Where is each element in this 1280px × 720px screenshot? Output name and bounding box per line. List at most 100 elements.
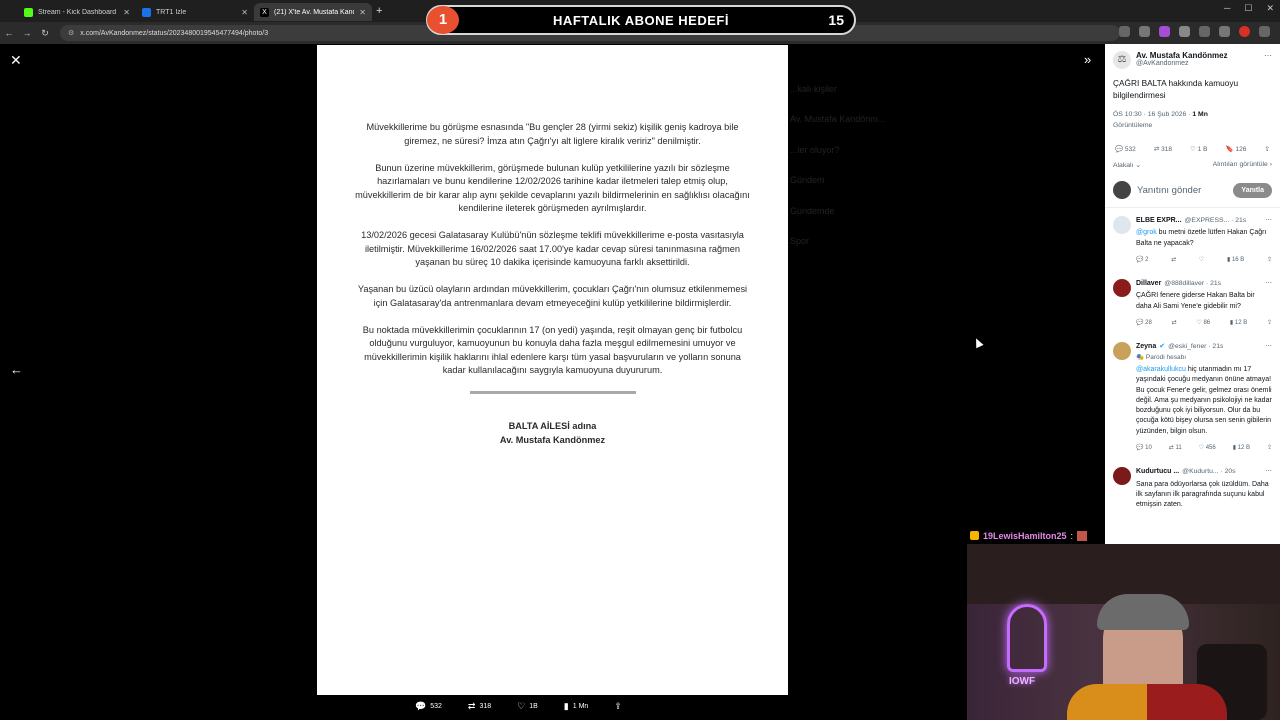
reply-author[interactable]: Dillaver	[1136, 279, 1161, 289]
reply-handle: @Kudurtu... · 20s	[1182, 468, 1236, 476]
new-tab-icon[interactable]: +	[376, 5, 382, 17]
more-icon[interactable]: ⋯	[1265, 467, 1272, 477]
share-icon[interactable]: ⇪	[1265, 145, 1270, 153]
bar-chart-icon: ▮	[563, 701, 569, 711]
tab-label: TRT1 İzle	[156, 8, 187, 16]
reply-item[interactable]: Dillaver @888dillaver · 21s ⋯ ÇAĞRI fenere…	[1105, 271, 1280, 334]
like-button[interactable]: ♡ 1 B	[1190, 145, 1207, 153]
maximize-icon[interactable]: ☐	[1244, 3, 1252, 14]
repost-count: 11	[1175, 445, 1182, 452]
extension-icon[interactable]	[1159, 26, 1170, 37]
reply-button[interactable]: 💬 28	[1136, 318, 1152, 328]
like-button[interactable]: ♡ 456	[1199, 443, 1216, 453]
minimize-icon[interactable]: ─	[1224, 3, 1230, 14]
forward-icon[interactable]: →	[18, 28, 36, 38]
reply-submit-button[interactable]: Yanıtla	[1233, 182, 1272, 198]
views-button[interactable]: ▮ 16 B	[1227, 255, 1244, 265]
share-icon[interactable]: ⇪	[1267, 255, 1272, 265]
reply-author[interactable]: Zeyna	[1136, 342, 1156, 352]
star-icon[interactable]	[1139, 26, 1150, 37]
reply-item[interactable]: Kudurtucu ... @Kudurtu... · 20s ⋯ Sana par…	[1105, 459, 1280, 510]
like-count: 86	[1203, 320, 1211, 327]
close-window-icon[interactable]: ✕	[1266, 3, 1274, 14]
reply-button[interactable]: 💬 2	[1136, 255, 1148, 265]
reply-button[interactable]: 💬 532	[415, 701, 442, 712]
menu-icon[interactable]	[1259, 26, 1270, 37]
bookmark-count: 126	[1235, 146, 1247, 153]
extension-icon[interactable]	[1119, 26, 1130, 37]
puzzle-icon[interactable]	[1179, 26, 1190, 37]
tweet-text: ÇAĞRI BALTA hakkında kamuoyu bilgilendir…	[1113, 78, 1239, 100]
close-tab-icon[interactable]: ✕	[359, 8, 366, 17]
author-block: Av. Mustafa Kandönmez @AvKandonmez	[1136, 51, 1228, 69]
tab-kick-dashboard[interactable]: Stream - Kick Dashboard ✕	[18, 3, 136, 21]
profile-icon[interactable]	[1239, 26, 1250, 37]
bookmark-button[interactable]: 🔖 126	[1226, 145, 1247, 153]
like-button[interactable]: ♡ 1B	[517, 701, 538, 712]
reply-item[interactable]: ELBE EXPR... @EXPRESS... · 21s ⋯ @grok bu …	[1105, 208, 1280, 271]
like-count: 1 B	[1197, 146, 1208, 153]
repost-button[interactable]: ⇄ 318	[468, 701, 491, 712]
avatar[interactable]	[1113, 216, 1131, 234]
previous-photo-icon[interactable]: ←	[10, 362, 23, 377]
reply-handle: @EXPRESS... · 21s	[1184, 217, 1247, 224]
download-icon[interactable]	[1219, 26, 1230, 37]
repost-button[interactable]: ⇄	[1172, 318, 1177, 328]
author-handle[interactable]: @AvKandonmez	[1136, 60, 1228, 67]
back-icon[interactable]: ←	[0, 28, 18, 38]
views-button[interactable]: ▮ 12 B	[1230, 318, 1247, 328]
webcam-feed: IOWF	[967, 544, 1280, 720]
tab-x-post[interactable]: X (21) X'te Av. Mustafa Kandönm... ✕	[254, 3, 372, 21]
expand-panel-icon[interactable]: »	[1084, 52, 1091, 67]
reply-button[interactable]: 💬 532	[1115, 145, 1136, 153]
chat-username: 19LewisHamilton25	[983, 530, 1067, 541]
views-count: 12 B	[1234, 320, 1248, 327]
signature-line: BALTA AİLESİ adına	[508, 421, 597, 431]
more-icon[interactable]: ⋯	[1264, 51, 1272, 69]
tab-label: (21) X'te Av. Mustafa Kandönm...	[274, 8, 354, 16]
reply-input[interactable]: Yanıtını gönder	[1137, 185, 1227, 196]
reply-author[interactable]: Kudurtucu ...	[1136, 467, 1179, 477]
repost-button[interactable]: ⇄ 11	[1169, 443, 1182, 453]
repost-count: 318	[1161, 146, 1172, 153]
share-icon[interactable]: ⇪	[1267, 318, 1272, 328]
tab-trt1[interactable]: TRT1 İzle ✕	[136, 3, 254, 21]
ghost-text: Gündemde	[790, 205, 835, 216]
share-button[interactable]: ⇪	[614, 701, 622, 712]
avatar[interactable]	[1113, 279, 1131, 298]
like-button[interactable]: ♡	[1199, 255, 1204, 265]
repost-button[interactable]: ⇄	[1171, 255, 1176, 265]
more-icon[interactable]: ⋯	[1265, 279, 1272, 289]
ghost-text: ...kalı kişiler	[790, 84, 838, 94]
reply-author[interactable]: ELBE EXPR...	[1136, 216, 1182, 226]
sort-dropdown[interactable]: Alakalı ⌄	[1113, 161, 1141, 169]
mention-link[interactable]: @akarakullukcu	[1136, 366, 1186, 373]
more-icon[interactable]: ⋯	[1265, 216, 1272, 226]
author-name[interactable]: Av. Mustafa Kandönmez	[1136, 51, 1228, 60]
statement-paragraph: Bunun üzerine müvekkillerim, görüşmede b…	[355, 162, 750, 214]
view-quotes-link[interactable]: Alıntıları görüntüle ›	[1213, 161, 1272, 169]
share-icon[interactable]: ⇪	[1267, 443, 1272, 453]
close-icon[interactable]: ✕	[10, 52, 22, 69]
extension-icon[interactable]	[1199, 26, 1210, 37]
views-button[interactable]: ▮ 1 Mn	[564, 701, 589, 712]
site-info-icon[interactable]: ⚙	[68, 29, 74, 37]
avatar[interactable]: ⚖	[1113, 51, 1131, 69]
reply-button[interactable]: 💬 10	[1136, 443, 1152, 453]
close-tab-icon[interactable]: ✕	[123, 8, 130, 17]
reply-item[interactable]: Zeyna ✔ @eski_fener · 21s ⋯ 🎭 Parodi hesabı…	[1105, 334, 1280, 459]
reload-icon[interactable]: ↻	[36, 28, 54, 39]
tweet-meta: ÖS 10:30 · 16 Şub 2026 · 1 Mn Görüntülem…	[1105, 101, 1280, 131]
like-button[interactable]: ♡ 86	[1196, 318, 1210, 328]
reply-composer: Yanıtını gönder Yanıtla	[1105, 169, 1280, 208]
close-tab-icon[interactable]: ✕	[241, 8, 248, 17]
avatar[interactable]	[1113, 467, 1131, 486]
views-button[interactable]: ▮ 12 B	[1233, 443, 1250, 453]
avatar[interactable]	[1113, 342, 1131, 361]
tweet-actions: 💬 532 ⇄ 318 ♡ 1 B 🔖 126 ⇪	[1105, 131, 1280, 153]
repost-button[interactable]: ⇄ 318	[1154, 145, 1172, 153]
trt-icon	[142, 7, 151, 17]
more-icon[interactable]: ⋯	[1265, 342, 1272, 352]
mention-link[interactable]: @grok	[1136, 229, 1157, 236]
photo-viewer: ✕ ← » ...kalı kişiler Av. Mustafa Kandön…	[0, 44, 1105, 720]
